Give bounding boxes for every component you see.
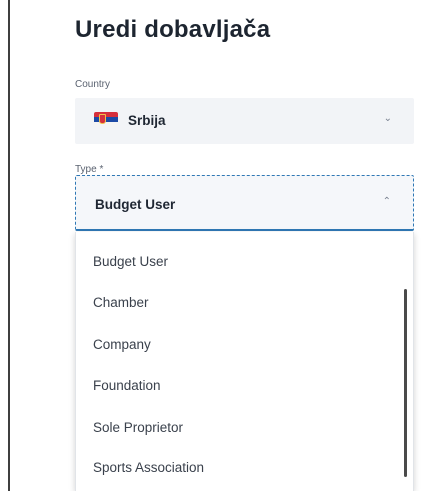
country-label: Country bbox=[75, 79, 111, 90]
dropdown-scrollbar[interactable] bbox=[404, 289, 407, 477]
chevron-down-icon: ⌄ bbox=[383, 113, 392, 124]
edit-supplier-page: Uredi dobavljača Country Srbija ⌄ Type *… bbox=[0, 0, 427, 491]
type-label: Type * bbox=[75, 164, 104, 175]
dropdown-option-sole-proprietor[interactable]: Sole Proprietor bbox=[76, 408, 406, 448]
dropdown-option-budget-user[interactable]: Budget User bbox=[76, 242, 406, 282]
dropdown-option-sports-association[interactable]: Sports Association bbox=[76, 448, 406, 488]
type-select[interactable]: Budget User ⌃ bbox=[75, 175, 414, 231]
type-value: Budget User bbox=[95, 197, 176, 212]
chevron-up-icon: ⌃ bbox=[382, 196, 391, 207]
country-select[interactable]: Srbija ⌄ bbox=[75, 98, 414, 144]
type-dropdown-menu: Budget User Chamber Company Foundation S… bbox=[75, 232, 414, 491]
country-value: Srbija bbox=[128, 113, 166, 128]
dropdown-option-chamber[interactable]: Chamber bbox=[76, 283, 406, 323]
dropdown-option-foundation[interactable]: Foundation bbox=[76, 366, 406, 406]
serbia-flag-icon bbox=[94, 112, 118, 127]
panel-divider bbox=[8, 0, 10, 491]
dropdown-option-company[interactable]: Company bbox=[76, 325, 406, 365]
page-title: Uredi dobavljača bbox=[75, 16, 271, 43]
